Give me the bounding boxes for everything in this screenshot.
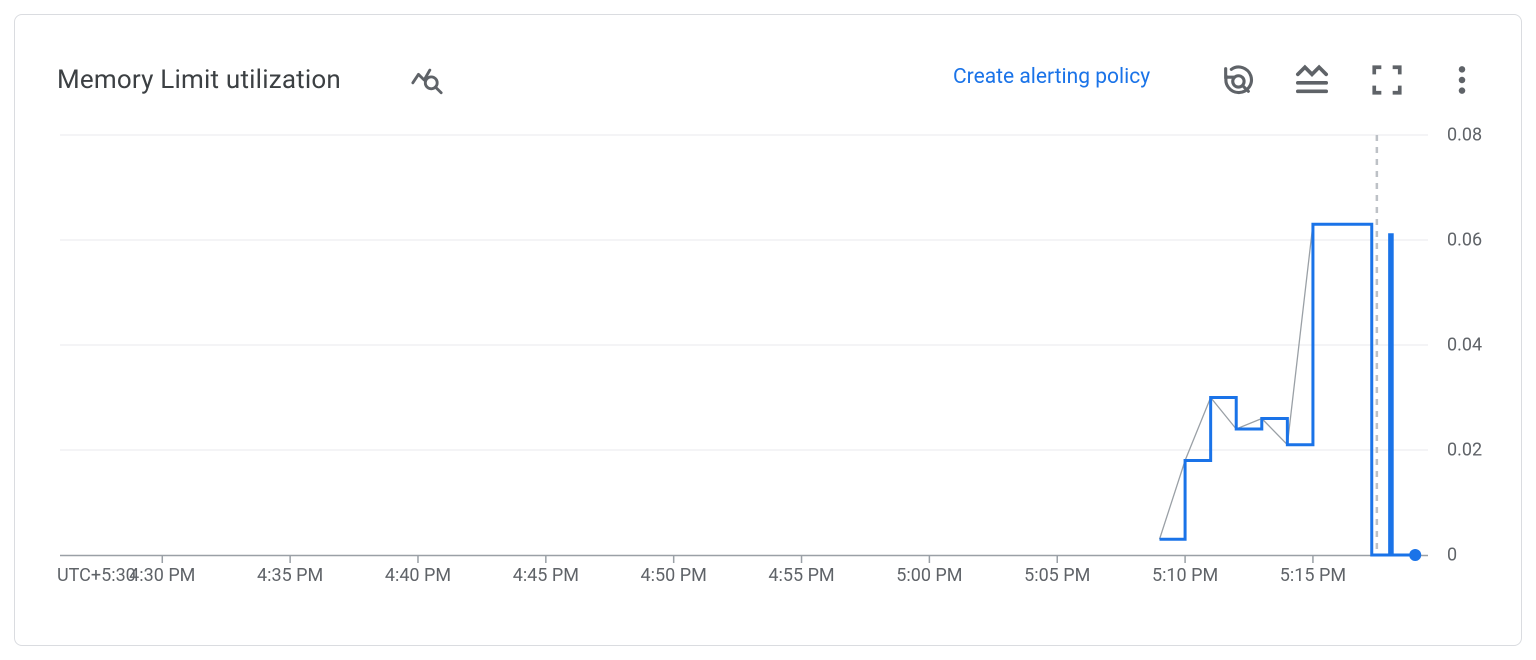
- x-tick-label: 4:30 PM: [129, 565, 195, 586]
- chart-card: Memory Limit utilization Create alerting…: [14, 14, 1522, 646]
- timezone-label: UTC+5:30: [57, 565, 136, 586]
- explore-metrics-icon[interactable]: [410, 63, 444, 97]
- more-options-icon[interactable]: [1445, 63, 1479, 97]
- create-alerting-policy-link[interactable]: Create alerting policy: [953, 65, 1150, 89]
- y-axis-labels: 00.020.040.060.08: [1433, 135, 1503, 555]
- x-tick-label: 5:05 PM: [1024, 565, 1090, 586]
- y-tick-label: 0.08: [1447, 125, 1482, 146]
- reset-zoom-icon[interactable]: [1220, 63, 1254, 97]
- x-tick-label: 4:45 PM: [513, 565, 579, 586]
- y-tick-label: 0.04: [1447, 335, 1482, 356]
- x-tick-label: 4:40 PM: [385, 565, 451, 586]
- x-tick-label: 4:35 PM: [257, 565, 323, 586]
- x-tick-label: 4:55 PM: [768, 565, 834, 586]
- legend-toggle-icon[interactable]: [1295, 63, 1329, 97]
- chart-header: Memory Limit utilization Create alerting…: [15, 15, 1521, 115]
- y-tick-label: 0.02: [1447, 440, 1482, 461]
- fullscreen-icon[interactable]: [1370, 63, 1404, 97]
- x-tick-label: 4:50 PM: [641, 565, 707, 586]
- x-tick-label: 5:00 PM: [896, 565, 962, 586]
- x-tick-label: 5:15 PM: [1280, 565, 1346, 586]
- y-tick-label: 0: [1447, 545, 1457, 566]
- y-tick-label: 0.06: [1447, 230, 1482, 251]
- chart-title: Memory Limit utilization: [57, 65, 341, 95]
- chart-plot-area[interactable]: [60, 135, 1428, 555]
- x-tick-label: 5:10 PM: [1152, 565, 1218, 586]
